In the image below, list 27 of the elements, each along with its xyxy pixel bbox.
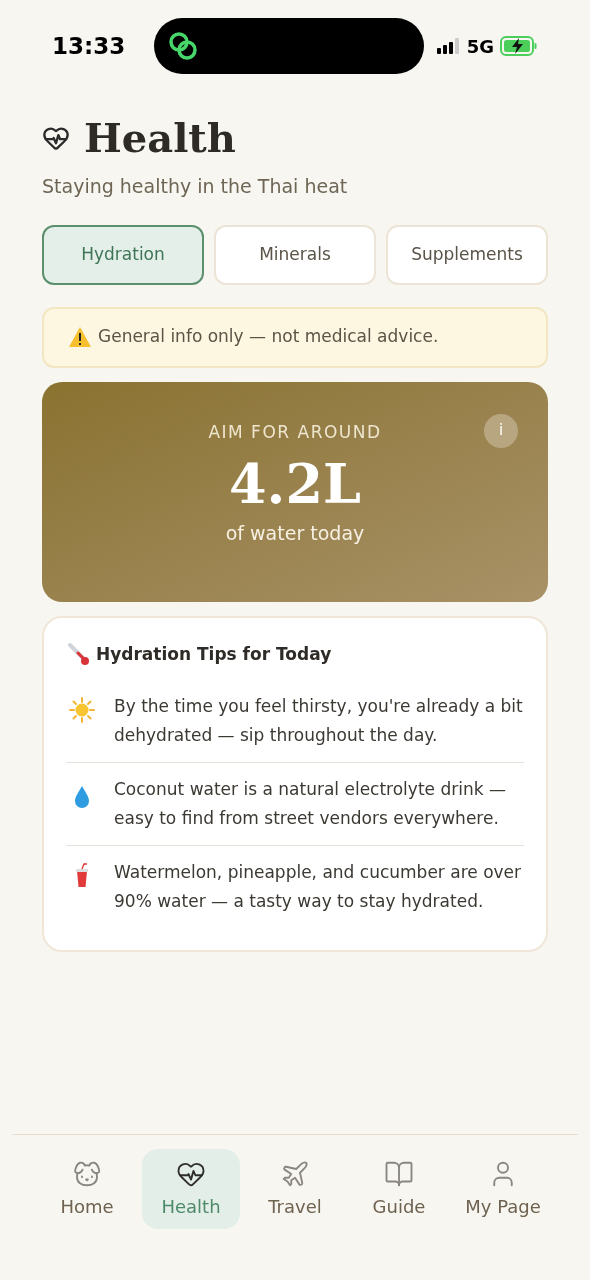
sun-icon	[68, 695, 96, 724]
tip-text: Coconut water is a natural electrolyte drink — easy to find from street vendors everywhere.	[114, 777, 507, 830]
water-amount: 4.2L	[229, 451, 361, 518]
thermometer-icon	[66, 641, 92, 668]
signal-icon	[436, 38, 461, 54]
nav-tab[interactable]: Guide	[350, 1149, 448, 1229]
nav-tab[interactable]: Home	[38, 1149, 136, 1229]
nav-tab[interactable]: My Page	[454, 1149, 552, 1229]
goal-label: AIM FOR AROUND	[208, 420, 382, 444]
clock-time: 13:33	[52, 31, 127, 61]
page-title: Health	[84, 113, 236, 163]
warning-icon	[68, 326, 92, 348]
category-tab[interactable]: Supplements	[386, 224, 548, 285]
network-label: 5G	[466, 34, 494, 59]
heart-pulse-icon	[42, 124, 70, 152]
category-tab[interactable]: Minerals	[214, 224, 376, 285]
goal-caption: of water today	[225, 521, 365, 546]
tip-text: Watermelon, pineapple, and cucumber are over 90% water — a tasty way to stay hydrated.	[114, 860, 523, 913]
tip-text: By the time you feel thirsty, you're already a bit dehydrated — sip throughout the day.	[114, 694, 524, 747]
page-subtitle: Staying healthy in the Thai heat	[42, 174, 349, 199]
nav-tab[interactable]: Travel	[246, 1149, 344, 1229]
tips-title: Hydration Tips for Today	[96, 642, 332, 666]
linked-rings-icon	[166, 29, 200, 63]
nav-tab[interactable]: Health	[142, 1149, 240, 1229]
category-tab[interactable]: Hydration	[42, 224, 204, 285]
disclaimer-text: General info only — not medical advice.	[98, 325, 439, 349]
battery-charging-icon	[500, 36, 538, 56]
